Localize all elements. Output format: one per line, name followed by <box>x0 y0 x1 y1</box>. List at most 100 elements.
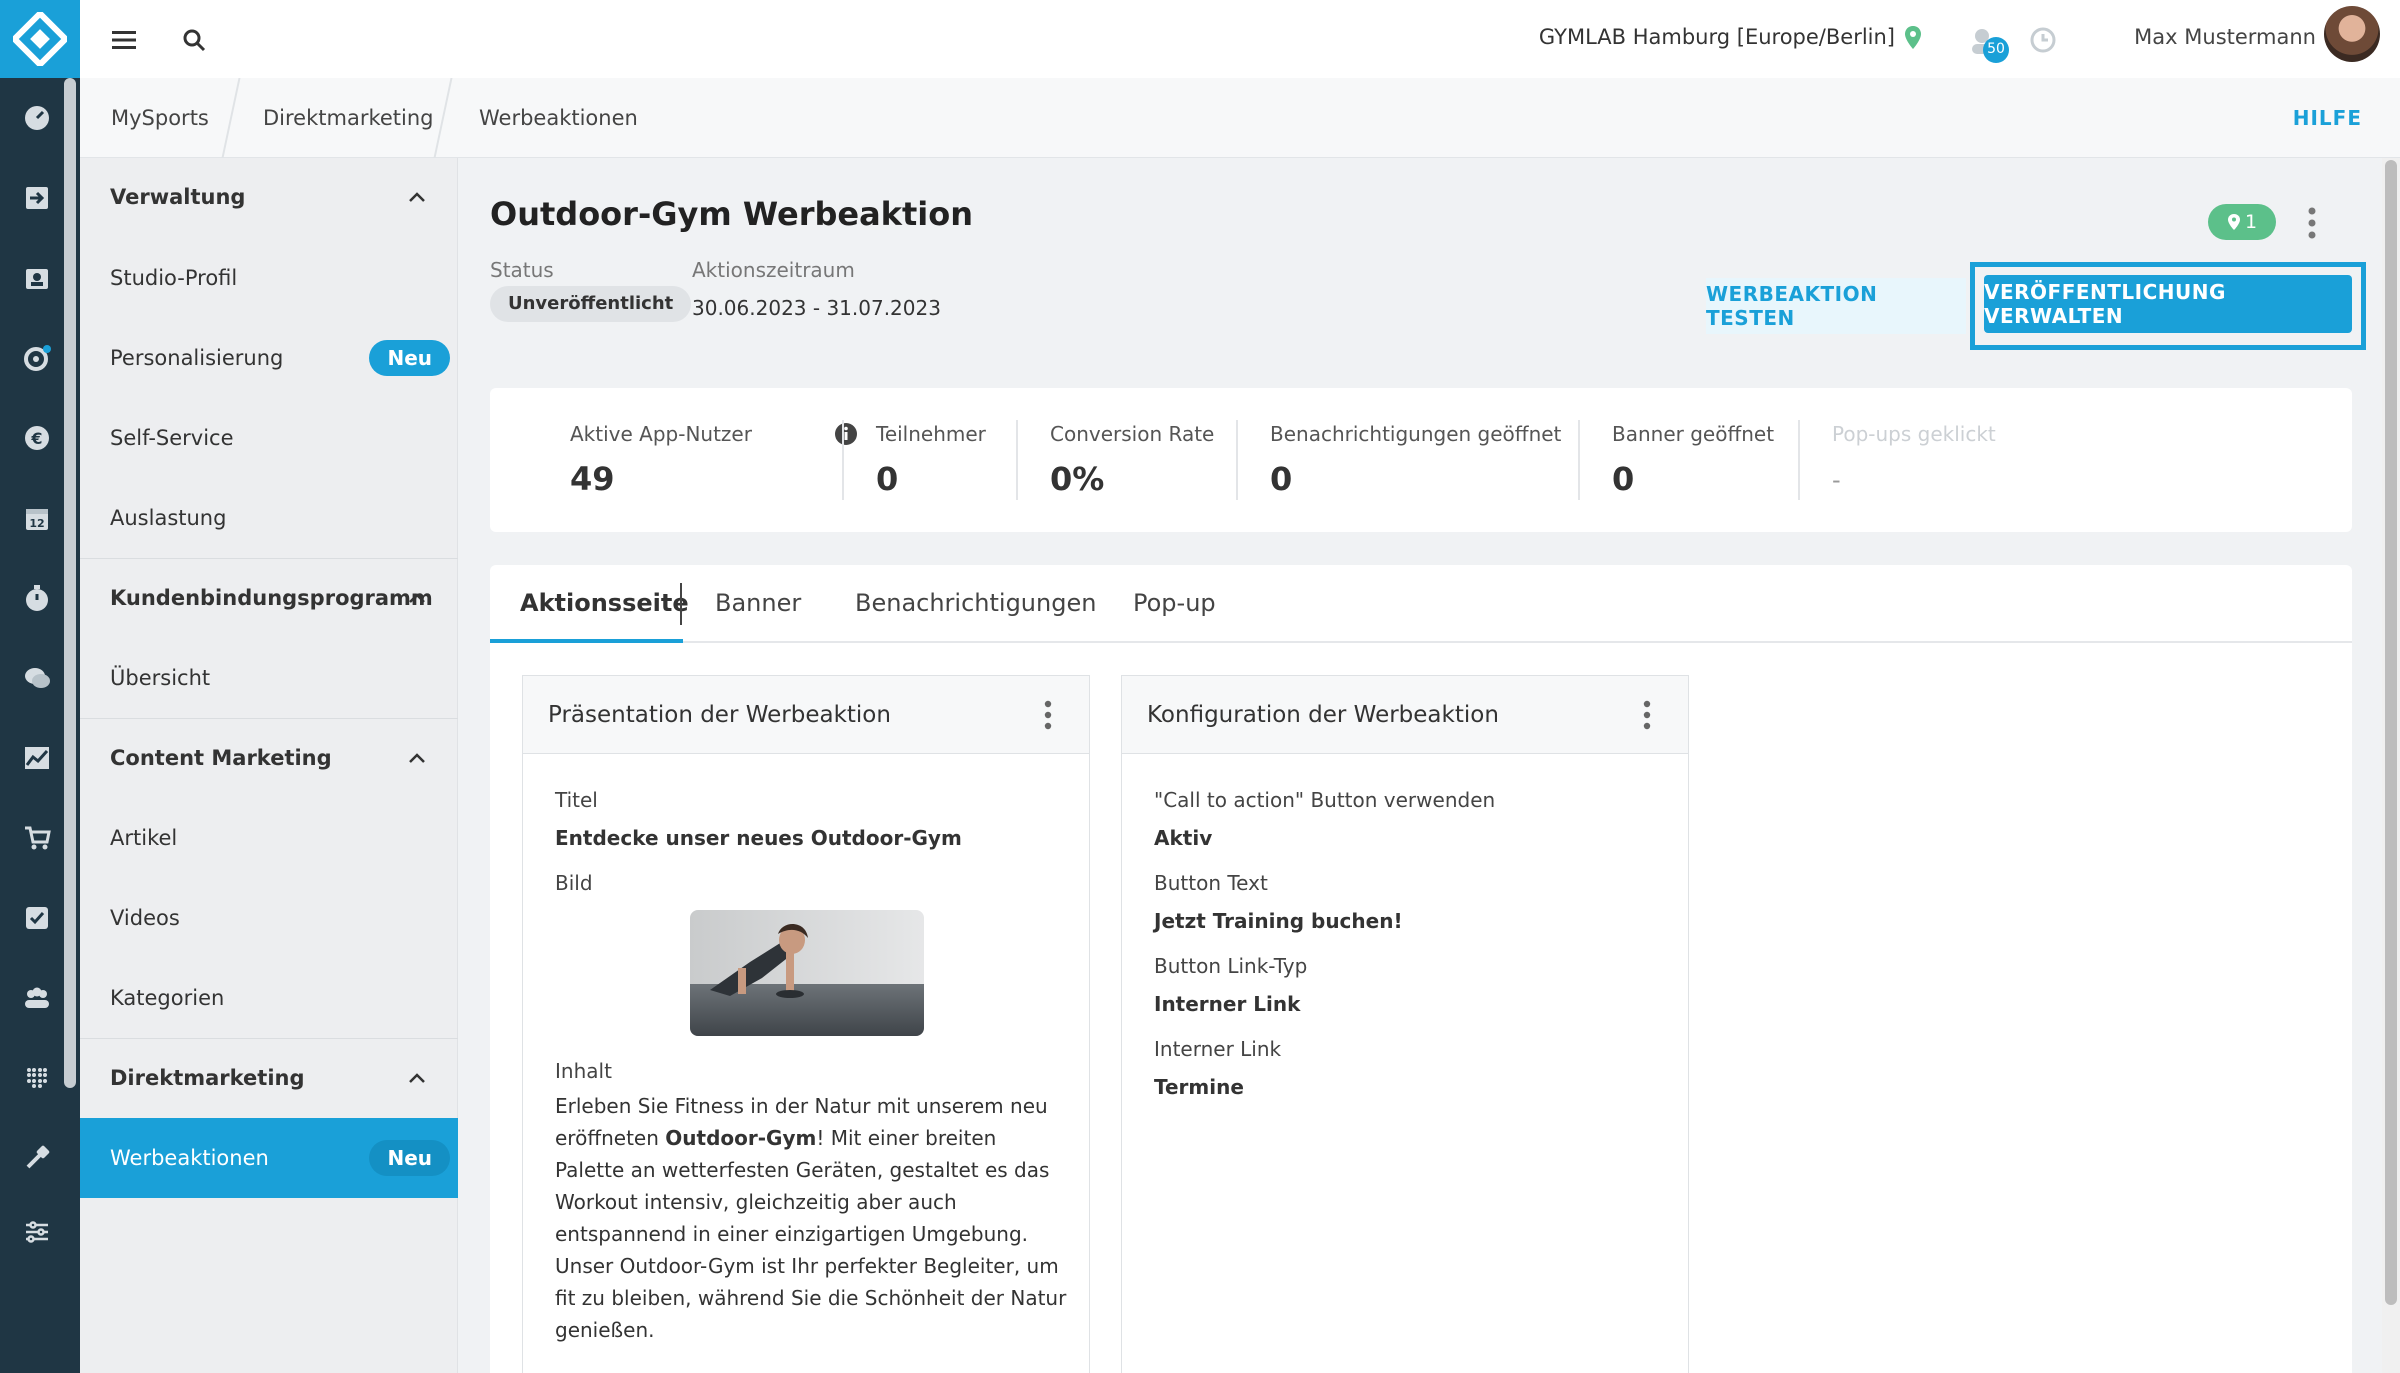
sidebar-item-self-service[interactable]: Self-Service <box>80 398 458 478</box>
stat-value: - <box>1832 466 1841 494</box>
chevron-up-icon[interactable] <box>406 587 428 609</box>
more-vertical-icon[interactable] <box>1043 700 1053 730</box>
field-label: Inhalt <box>555 1059 612 1083</box>
stat-divider <box>1016 420 1018 500</box>
breadcrumb-werbeaktionen: Werbeaktionen <box>479 106 638 130</box>
stat-value: 49 <box>570 460 615 498</box>
checkbox-icon[interactable] <box>20 901 54 935</box>
location-pin-icon <box>2227 214 2240 230</box>
sidebar-item-personalisierung[interactable]: Personalisierung Neu <box>80 318 458 398</box>
field-label: Button Text <box>1154 871 1268 895</box>
sidebar: Verwaltung Studio-Profil Personalisierun… <box>80 158 458 1373</box>
sidebar-section-verwaltung[interactable]: Verwaltung <box>80 158 458 238</box>
page-title: Outdoor-Gym Werbeaktion <box>490 195 973 233</box>
sidebar-item-auslastung[interactable]: Auslastung <box>80 478 458 558</box>
tab-benachrichtigungen[interactable]: Benachrichtigungen <box>855 589 1096 617</box>
field-label: "Call to action" Button verwenden <box>1154 788 1496 812</box>
sidebar-item-label: Übersicht <box>110 666 211 690</box>
test-campaign-button[interactable]: WERBEAKTION TESTEN <box>1706 278 1966 334</box>
tab-popup[interactable]: Pop-up <box>1133 589 1216 617</box>
sidebar-item-label: Studio-Profil <box>110 266 238 290</box>
dots-grid-icon[interactable] <box>20 1061 54 1095</box>
calendar-icon[interactable]: 12 <box>20 501 54 535</box>
stat-value: 0 <box>876 460 899 498</box>
user-name[interactable]: Max Mustermann <box>2134 25 2316 49</box>
card-header: Konfiguration der Werbeaktion <box>1122 676 1688 754</box>
status-badge: Unveröffentlicht <box>490 286 692 322</box>
sidebar-section-content-marketing[interactable]: Content Marketing <box>80 718 458 798</box>
stat-divider <box>1578 420 1580 500</box>
location-count-badge[interactable]: 1 <box>2208 204 2276 240</box>
field-value: Entdecke unser neues Outdoor-Gym <box>555 826 962 850</box>
sidebar-item-uebersicht[interactable]: Übersicht <box>80 638 458 718</box>
svg-text:12: 12 <box>29 517 44 530</box>
period-label: Aktionszeitraum <box>692 258 855 282</box>
scrollbar-thumb[interactable] <box>2385 160 2397 1305</box>
info-icon[interactable] <box>834 422 858 446</box>
chevron-up-icon[interactable] <box>406 186 428 208</box>
location-pin-icon <box>1903 25 1923 55</box>
stat-label: Benachrichtigungen geöffnet <box>1270 422 1562 446</box>
sidebar-item-studio-profil[interactable]: Studio-Profil <box>80 238 458 318</box>
configuration-card: Konfiguration der Werbeaktion "Call to a… <box>1121 675 1689 1373</box>
notifications-icon[interactable]: 50 <box>1964 22 2020 70</box>
field-label: Interner Link <box>1154 1037 1282 1061</box>
chevron-up-icon[interactable] <box>406 747 428 769</box>
tab-cursor <box>680 583 682 625</box>
page-scrollbar[interactable] <box>2382 158 2400 1373</box>
tab-aktionsseite[interactable]: Aktionsseite <box>520 589 689 617</box>
tab-banner[interactable]: Banner <box>715 589 801 617</box>
group-icon[interactable] <box>20 981 54 1015</box>
help-link[interactable]: HILFE <box>2293 106 2362 130</box>
sidebar-section-kundenbindung[interactable]: Kundenbindungsprogramm <box>80 558 458 638</box>
more-vertical-icon[interactable] <box>2306 206 2318 240</box>
tools-icon[interactable] <box>20 1141 54 1175</box>
login-icon[interactable] <box>20 181 54 215</box>
stat-label: Banner geöffnet <box>1612 422 1775 446</box>
sidebar-item-videos[interactable]: Videos <box>80 878 458 958</box>
cart-icon[interactable] <box>20 821 54 855</box>
top-bar: GYMLAB Hamburg [Europe/Berlin] 50 Max Mu… <box>80 0 2400 78</box>
sidebar-section-direktmarketing[interactable]: Direktmarketing <box>80 1038 458 1118</box>
search-icon[interactable] <box>174 20 214 60</box>
avatar[interactable] <box>2324 6 2380 62</box>
dashboard-icon[interactable] <box>20 101 54 135</box>
manage-publication-button[interactable]: VERÖFFENTLICHUNG VERWALTEN <box>1984 275 2352 333</box>
status-label: Status <box>490 258 554 282</box>
sidebar-item-label: Auslastung <box>110 506 227 530</box>
sidebar-section-title: Content Marketing <box>110 746 332 770</box>
menu-icon[interactable] <box>104 20 144 60</box>
rail-scrollbar[interactable] <box>64 78 76 1088</box>
sidebar-item-werbeaktionen[interactable]: Werbeaktionen Neu <box>80 1118 458 1198</box>
chevron-up-icon[interactable] <box>406 1067 428 1089</box>
sidebar-item-artikel[interactable]: Artikel <box>80 798 458 878</box>
timer-icon[interactable] <box>20 581 54 615</box>
app-logo[interactable] <box>0 0 80 78</box>
stat-label: Conversion Rate <box>1050 422 1215 446</box>
contacts-icon[interactable] <box>20 261 54 295</box>
chat-icon[interactable] <box>20 661 54 695</box>
stat-label: Teilnehmer <box>876 422 986 446</box>
stat-divider <box>1236 420 1238 500</box>
sidebar-section-title: Kundenbindungsprogramm <box>110 586 433 610</box>
sidebar-item-kategorien[interactable]: Kategorien <box>80 958 458 1038</box>
more-vertical-icon[interactable] <box>1642 700 1652 730</box>
location-label[interactable]: GYMLAB Hamburg [Europe/Berlin] <box>1539 25 1895 49</box>
clock-icon[interactable] <box>2029 26 2057 58</box>
chart-icon[interactable] <box>20 741 54 775</box>
field-label: Titel <box>555 788 598 812</box>
breadcrumb: MySports Direktmarketing Werbeaktionen H… <box>80 78 2400 158</box>
breadcrumb-mysports[interactable]: MySports <box>111 106 209 130</box>
campaign-image <box>690 910 924 1036</box>
settings-icon[interactable] <box>20 341 54 375</box>
sidebar-item-label: Videos <box>110 906 180 930</box>
logo-icon <box>13 12 67 66</box>
sliders-icon[interactable] <box>20 1215 54 1249</box>
euro-icon[interactable]: € <box>20 421 54 455</box>
sidebar-item-label: Artikel <box>110 826 178 850</box>
card-title: Konfiguration der Werbeaktion <box>1147 702 1499 728</box>
sidebar-item-label: Werbeaktionen <box>110 1146 269 1170</box>
svg-text:€: € <box>30 429 42 448</box>
breadcrumb-direktmarketing[interactable]: Direktmarketing <box>263 106 434 130</box>
stats-card: Aktive App-Nutzer 49 Teilnehmer 0 Conver… <box>490 388 2352 532</box>
